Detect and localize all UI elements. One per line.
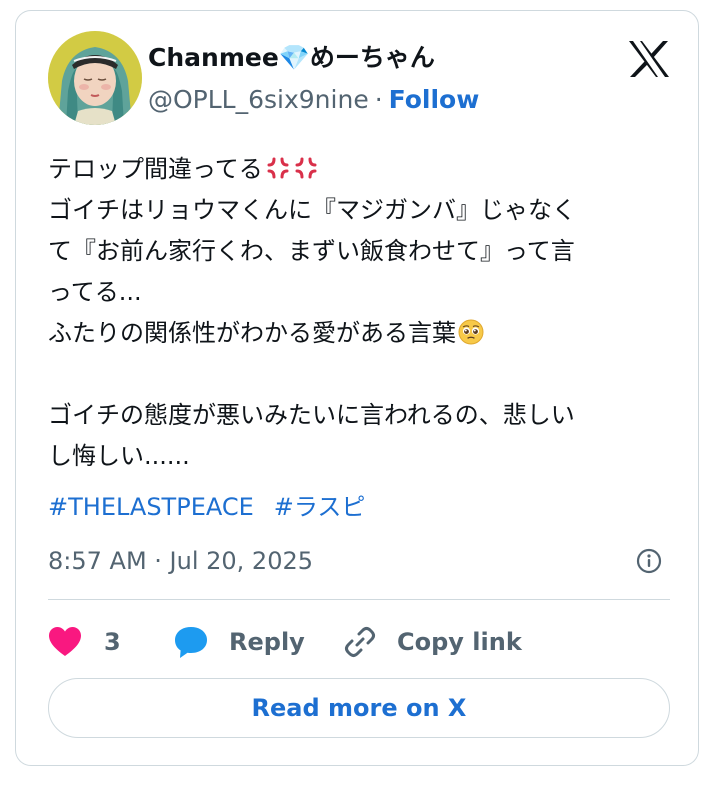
hashtag-link[interactable]: #ラスピ <box>274 493 366 521</box>
tweet-line: ってる... <box>48 278 142 306</box>
tweet-line-text: ふたりの関係性がわかる愛がある言葉 <box>48 319 456 347</box>
avatar[interactable] <box>48 31 142 125</box>
tweet-line: し悔しい...... <box>48 442 190 470</box>
handle-row: @OPLL_6six9nine · Follow <box>148 83 479 117</box>
handle-separator: · <box>374 85 383 114</box>
info-icon-glyph <box>636 548 662 574</box>
tweet-line: ゴイチの態度が悪いみたいに言われるの、悲しい <box>48 401 575 429</box>
copy-link-label: Copy link <box>397 628 522 656</box>
reply-label: Reply <box>229 628 305 656</box>
display-name[interactable]: Chanmee💎めーちゃん <box>148 41 435 75</box>
speech-bubble-icon <box>175 627 207 658</box>
anger-symbol-icon <box>295 157 317 179</box>
reply-button[interactable]: Reply <box>173 617 305 667</box>
like-count: 3 <box>104 628 121 656</box>
heart-icon <box>49 627 81 656</box>
action-bar: 3 Reply Copy link <box>48 617 670 667</box>
avatar-illustration <box>48 31 142 125</box>
tweet-line: ゴイチはリョウマくんに『マジガンバ』じゃなく <box>48 196 576 224</box>
tweet-line: て『お前ん家行くわ、まずい飯食わせて』って言 <box>48 237 575 265</box>
user-handle[interactable]: @OPLL_6six9nine <box>148 85 369 114</box>
link-icon <box>345 627 375 657</box>
hashtag-link[interactable]: #THELASTPEACE <box>48 493 254 521</box>
info-icon[interactable] <box>635 547 663 575</box>
pleading-face-icon <box>458 319 484 345</box>
divider <box>48 599 670 600</box>
hashtags: #THELASTPEACE #ラスピ <box>48 489 385 525</box>
copy-link-button[interactable]: Copy link <box>343 617 522 667</box>
tweet-line: テロップ間違ってる <box>48 149 668 190</box>
x-logo-icon <box>629 41 669 77</box>
tweet-line-text: テロップ間違ってる <box>48 155 263 183</box>
anger-symbol-icon <box>267 157 289 179</box>
tweet-text: テロップ間違ってる ゴイチはリョウマくんに『マジガンバ』じゃなく て『お前ん家行… <box>48 149 668 477</box>
like-button[interactable]: 3 <box>48 617 121 667</box>
x-logo[interactable] <box>627 39 671 79</box>
embedded-tweet-card: Chanmee💎めーちゃん @OPLL_6six9nine · Follow テロッ… <box>15 10 699 766</box>
follow-link[interactable]: Follow <box>389 85 480 114</box>
timestamp[interactable]: 8:57 AM · Jul 20, 2025 <box>48 543 313 579</box>
read-more-button[interactable]: Read more on X <box>48 678 670 738</box>
tweet-line: ふたりの関係性がわかる愛がある言葉 <box>48 313 668 354</box>
